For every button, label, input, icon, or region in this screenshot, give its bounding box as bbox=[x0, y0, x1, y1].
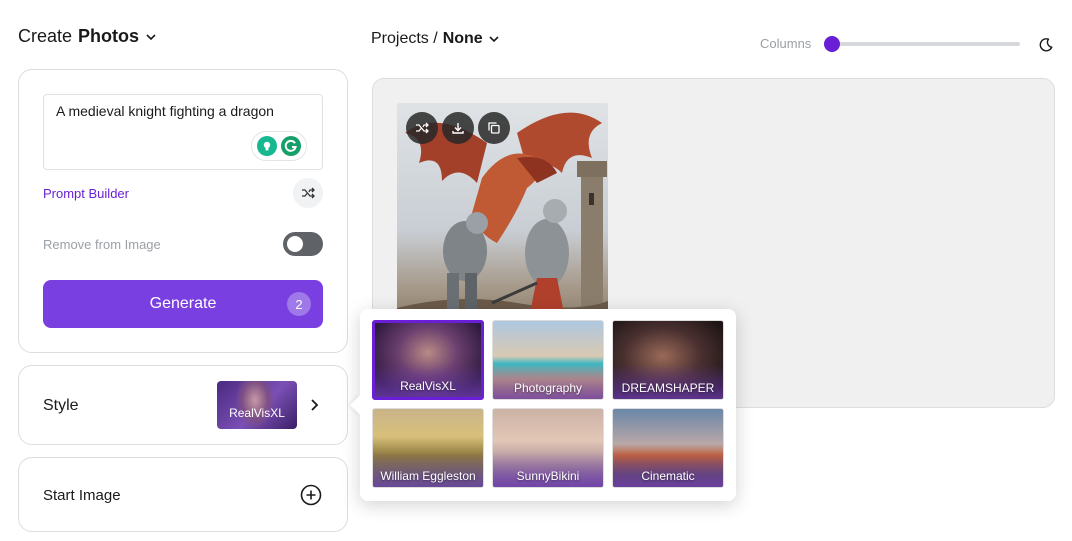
create-prefix: Create bbox=[18, 26, 73, 46]
add-circle-icon[interactable] bbox=[300, 484, 322, 506]
lightbulb-icon[interactable] bbox=[257, 136, 277, 156]
style-option-label: Cinematic bbox=[641, 469, 695, 483]
style-option-william-eggleston[interactable]: William Eggleston bbox=[372, 408, 484, 488]
shuffle-icon bbox=[416, 122, 429, 134]
shuffle-prompt-button[interactable] bbox=[293, 178, 323, 208]
download-icon bbox=[452, 123, 464, 134]
moon-icon[interactable] bbox=[1038, 37, 1054, 53]
style-picker-popover: RealVisXL Photography DREAMSHAPER Willia… bbox=[350, 309, 736, 501]
prompt-builder-link[interactable]: Prompt Builder bbox=[43, 186, 129, 201]
copy-icon bbox=[488, 122, 500, 134]
style-option-label: William Eggleston bbox=[380, 469, 476, 483]
toggle-knob bbox=[287, 236, 303, 252]
style-option-label: SunnyBikini bbox=[516, 469, 580, 483]
style-option-realvisxl[interactable]: RealVisXL bbox=[372, 320, 484, 400]
download-image-button[interactable] bbox=[442, 112, 474, 144]
chevron-down-icon bbox=[146, 33, 156, 40]
start-image-panel[interactable]: Start Image bbox=[18, 457, 348, 532]
prompt-panel: A medieval knight fighting a dragon Prom… bbox=[18, 69, 348, 353]
image-actions bbox=[406, 112, 510, 144]
style-option-photography[interactable]: Photography bbox=[492, 320, 604, 400]
selected-style-label: RealVisXL bbox=[229, 406, 285, 420]
style-option-cinematic[interactable]: Cinematic bbox=[612, 408, 724, 488]
generated-image[interactable] bbox=[397, 103, 608, 335]
style-option-dreamshaper[interactable]: DREAMSHAPER bbox=[612, 320, 724, 400]
columns-label: Columns bbox=[760, 36, 812, 51]
projects-dropdown[interactable]: Projects / None bbox=[371, 30, 500, 48]
shuffle-image-button[interactable] bbox=[406, 112, 438, 144]
prompt-input[interactable]: A medieval knight fighting a dragon bbox=[43, 94, 323, 170]
style-option-label: DREAMSHAPER bbox=[621, 381, 715, 395]
chevron-down-icon bbox=[489, 36, 499, 43]
selected-style-thumbnail: RealVisXL bbox=[217, 381, 297, 429]
style-label: Style bbox=[43, 397, 79, 414]
columns-slider[interactable] bbox=[824, 35, 1020, 52]
projects-value: None bbox=[442, 30, 483, 47]
style-option-label: Photography bbox=[513, 381, 583, 395]
copy-image-button[interactable] bbox=[478, 112, 510, 144]
columns-control: Columns bbox=[760, 35, 1020, 52]
prompt-text: A medieval knight fighting a dragon bbox=[56, 103, 274, 119]
projects-label: Projects / bbox=[371, 30, 438, 47]
style-selector[interactable]: Style RealVisXL bbox=[18, 365, 348, 445]
create-mode: Photos bbox=[78, 26, 140, 46]
generate-button[interactable]: Generate 2 bbox=[43, 280, 323, 328]
generate-count-badge: 2 bbox=[287, 292, 311, 316]
chevron-right-icon bbox=[311, 399, 319, 411]
remove-from-image-toggle[interactable] bbox=[283, 232, 323, 256]
shuffle-icon bbox=[302, 187, 315, 199]
columns-slider-thumb[interactable] bbox=[824, 35, 840, 52]
generate-label: Generate bbox=[149, 295, 217, 312]
style-option-label: RealVisXL bbox=[400, 379, 456, 393]
style-option-sunnybikini[interactable]: SunnyBikini bbox=[492, 408, 604, 488]
start-image-label: Start Image bbox=[43, 487, 121, 504]
writing-assistant-widget[interactable] bbox=[251, 131, 307, 161]
grammarly-icon[interactable] bbox=[281, 136, 301, 156]
create-mode-dropdown[interactable]: Create Photos bbox=[18, 26, 157, 47]
remove-from-image-label: Remove from Image bbox=[43, 237, 161, 252]
